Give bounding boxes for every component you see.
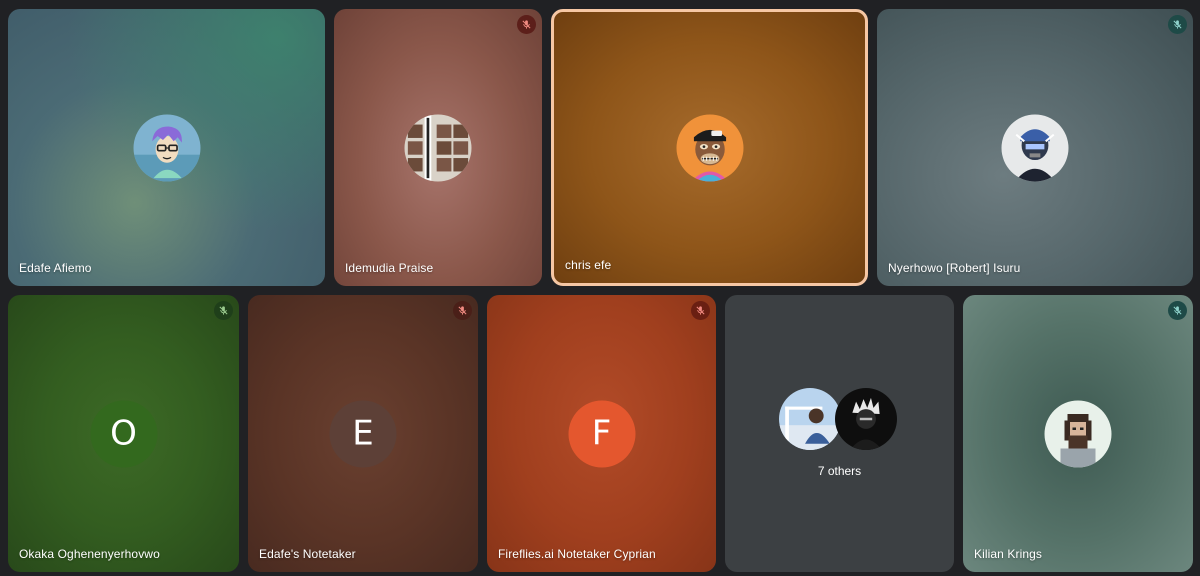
participant-tile-idemudia-praise[interactable]: Idemudia Praise [334, 9, 542, 286]
mic-off-icon [517, 15, 536, 34]
photo-collage-avatar [404, 114, 472, 181]
participant-tile-okaka-oghenenyerhovwo[interactable]: O Okaka Oghenenyerhovwo [8, 295, 239, 572]
participant-tile-edafe-afiemo[interactable]: Edafe Afiemo [8, 9, 325, 286]
participant-tile-kilian-krings[interactable]: Kilian Krings [963, 295, 1193, 572]
others-tile[interactable]: 7 others [725, 295, 954, 572]
others-avatars [778, 388, 901, 450]
initial-avatar: O [90, 400, 157, 467]
initial-avatar: E [329, 400, 397, 467]
participant-name: Edafe's Notetaker [259, 547, 356, 561]
mic-off-icon [214, 301, 233, 320]
participant-name: Kilian Krings [974, 547, 1042, 561]
mic-off-icon [691, 301, 710, 320]
pixel-art-avatar [1044, 400, 1112, 467]
bored-ape-avatar [676, 114, 743, 181]
participant-name: Edafe Afiemo [19, 261, 92, 275]
mic-off-icon [1168, 15, 1187, 34]
robot-avatar [1001, 114, 1069, 181]
others-count-label: 7 others [817, 464, 862, 478]
participant-name: Fireflies.ai Notetaker Cyprian [498, 547, 656, 561]
participant-tile-nyerhowo-robert-isuru[interactable]: Nyerhowo [Robert] Isuru [877, 9, 1193, 286]
participant-name: Idemudia Praise [345, 261, 434, 275]
initial-avatar: F [568, 400, 635, 467]
others-avatar-dark [834, 388, 897, 450]
others-avatar-photo [778, 388, 841, 450]
mic-off-icon [453, 301, 472, 320]
participant-name: Nyerhowo [Robert] Isuru [888, 261, 1021, 275]
cartoon-avatar-glasses-icon [133, 114, 200, 181]
participant-tile-fireflies-notetaker[interactable]: F Fireflies.ai Notetaker Cyprian [487, 295, 716, 572]
participant-name: Okaka Oghenenyerhovwo [19, 547, 160, 561]
participant-tile-edafes-notetaker[interactable]: E Edafe's Notetaker [248, 295, 478, 572]
meeting-grid: Edafe Afiemo Idemudia Praise chris efe N… [0, 0, 1200, 576]
participant-name: chris efe [565, 258, 612, 272]
mic-off-icon [1168, 301, 1187, 320]
participant-tile-chris-efe[interactable]: chris efe [551, 9, 868, 286]
